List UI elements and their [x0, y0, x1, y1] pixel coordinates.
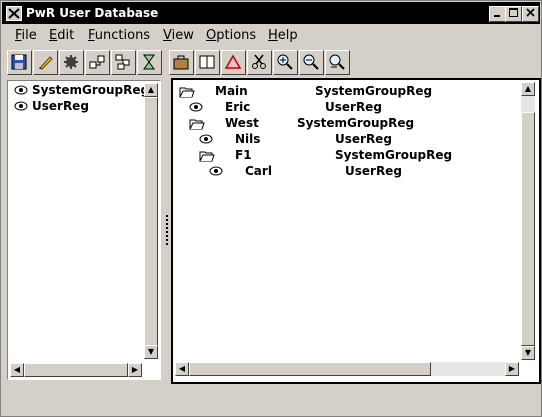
briefcase-icon [173, 55, 189, 70]
tree-icon [115, 54, 130, 70]
menu-functions[interactable]: Functions [88, 28, 150, 43]
zoom-out-icon [303, 54, 319, 70]
gear-icon [64, 55, 78, 69]
tree-button[interactable] [111, 50, 136, 75]
zoom-in-button[interactable] [273, 50, 298, 75]
object-class: SystemGroupReg [335, 148, 453, 162]
tree-row[interactable]: Main SystemGroupReg [179, 84, 509, 100]
scroll-down-button[interactable]: ▼ [144, 345, 158, 359]
object-tree-pane: Main SystemGroupReg Eric UserReg West Sy… [171, 78, 541, 384]
zoom-reset-icon [329, 54, 345, 70]
object-class: UserReg [335, 132, 392, 146]
minimize-button[interactable] [489, 6, 506, 22]
scroll-left-button[interactable]: ◀ [175, 362, 189, 376]
triangle-icon [224, 54, 242, 69]
status-bar [2, 385, 540, 415]
object-name: Carl [245, 164, 272, 178]
class-list-pane: SystemGroupReg UserReg ▲ ▼ ◀ ▶ [7, 80, 161, 380]
object-name: Main [215, 84, 248, 98]
eye-icon [209, 166, 223, 176]
right-vertical-scrollbar[interactable]: ▲ ▼ [521, 82, 535, 360]
tree-row[interactable]: Carl UserReg [209, 164, 509, 180]
scissors-icon [252, 54, 266, 69]
hierarchy-button[interactable] [85, 50, 110, 75]
eye-icon [199, 134, 213, 144]
object-name: Eric [225, 100, 251, 114]
eye-icon [14, 101, 28, 111]
eye-icon [14, 85, 28, 95]
zoom-out-button[interactable] [299, 50, 324, 75]
cut-button[interactable] [247, 50, 272, 75]
save-button[interactable] [7, 50, 32, 75]
edit-button[interactable] [33, 50, 58, 75]
scroll-right-button[interactable]: ▶ [505, 362, 519, 376]
zoom-reset-button[interactable] [325, 50, 350, 75]
scroll-down-button[interactable]: ▼ [521, 346, 535, 360]
folder-open-icon [199, 151, 215, 162]
class-name: UserReg [32, 99, 89, 113]
menu-edit[interactable]: Edit [49, 28, 74, 43]
menu-file[interactable]: File [15, 28, 37, 43]
scroll-thumb[interactable] [521, 112, 535, 346]
object-class: SystemGroupReg [315, 84, 433, 98]
window-title: PwR User Database [26, 6, 159, 20]
hierarchy-icon [89, 55, 105, 69]
menu-options[interactable]: Options [206, 28, 256, 43]
wait-button[interactable] [137, 50, 162, 75]
pencil-icon [39, 56, 53, 70]
close-button[interactable] [522, 6, 539, 22]
object-class: UserReg [345, 164, 402, 178]
tree-row[interactable]: F1 SystemGroupReg [199, 148, 509, 164]
zoom-in-icon [277, 54, 293, 70]
object-class: UserReg [325, 100, 382, 114]
object-class: SystemGroupReg [297, 116, 415, 130]
right-horizontal-scrollbar[interactable]: ◀ ▶ [175, 362, 519, 376]
briefcase-button[interactable] [169, 50, 194, 75]
pane-splitter[interactable] [165, 215, 169, 249]
scroll-left-button[interactable]: ◀ [10, 363, 24, 377]
object-name: West [225, 116, 259, 130]
book-icon [199, 55, 215, 69]
scroll-thumb[interactable] [24, 363, 128, 377]
settings-button[interactable] [59, 50, 84, 75]
app-icon [6, 6, 22, 21]
tree-row[interactable]: West SystemGroupReg [189, 116, 509, 132]
tree-row[interactable]: Eric UserReg [189, 100, 509, 116]
app-window: PwR User Database File Edit Functions Vi… [0, 0, 542, 417]
hourglass-icon [143, 54, 155, 70]
scroll-thumb[interactable] [144, 97, 158, 347]
tree-row[interactable]: Nils UserReg [199, 132, 509, 148]
scroll-up-button[interactable]: ▲ [521, 82, 535, 96]
scroll-thumb[interactable] [189, 362, 431, 376]
title-bar[interactable]: PwR User Database [2, 2, 540, 24]
class-name: SystemGroupReg [32, 83, 150, 97]
object-name: F1 [235, 148, 252, 162]
scroll-right-button[interactable]: ▶ [128, 363, 142, 377]
maximize-button[interactable] [505, 6, 522, 22]
object-name: Nils [235, 132, 261, 146]
menu-bar: File Edit Functions View Options Help [2, 25, 540, 45]
scroll-up-button[interactable]: ▲ [144, 83, 158, 97]
folder-open-icon [179, 87, 195, 98]
save-icon [11, 54, 27, 70]
left-vertical-scrollbar[interactable]: ▲ ▼ [144, 83, 158, 359]
menu-help[interactable]: Help [268, 28, 298, 43]
triangle-button[interactable] [221, 50, 246, 75]
eye-icon [189, 102, 203, 112]
book-button[interactable] [195, 50, 220, 75]
folder-open-icon [189, 119, 205, 130]
menu-view[interactable]: View [163, 28, 194, 43]
left-horizontal-scrollbar[interactable]: ◀ ▶ [10, 363, 142, 377]
